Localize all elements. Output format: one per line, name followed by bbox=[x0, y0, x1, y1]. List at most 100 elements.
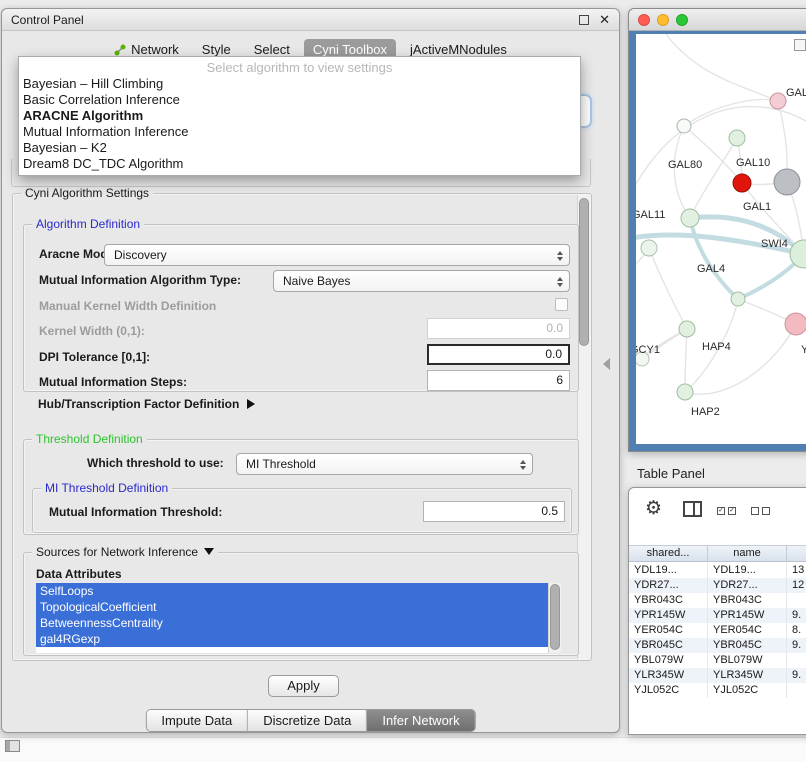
network-edge[interactable] bbox=[674, 126, 690, 218]
attribute-item-selected[interactable]: gal4RGexp bbox=[36, 631, 548, 647]
mi-type-label: Mutual Information Algorithm Type: bbox=[39, 273, 241, 287]
mi-threshold-field[interactable]: 0.5 bbox=[423, 501, 565, 522]
combo-arrows-icon bbox=[555, 248, 564, 264]
dropdown-item[interactable]: Dream8 DC_TDC Algorithm bbox=[19, 156, 580, 172]
network-node[interactable] bbox=[677, 384, 693, 400]
dropdown-item[interactable]: Mutual Information Inference bbox=[19, 124, 580, 140]
attributes-scrollbar-thumb[interactable] bbox=[550, 584, 560, 650]
dropdown-item[interactable]: Bayesian – K2 bbox=[19, 140, 580, 156]
aracne-mode-combobox[interactable]: Discovery bbox=[104, 244, 570, 266]
attribute-item-selected[interactable]: TopologicalCoefficient bbox=[36, 599, 548, 615]
cell: 12 bbox=[787, 578, 806, 593]
column-header[interactable]: name bbox=[708, 546, 787, 561]
tab-infer-network[interactable]: Infer Network bbox=[366, 710, 474, 731]
cell: YBL079W bbox=[629, 653, 708, 668]
table-row[interactable]: YER054C YER054C 8. bbox=[629, 623, 806, 638]
manual-kernel-checkbox[interactable] bbox=[555, 298, 568, 311]
network-node[interactable] bbox=[770, 93, 786, 109]
network-node[interactable] bbox=[681, 209, 699, 227]
network-edge[interactable] bbox=[684, 100, 778, 126]
attribute-item-selected[interactable]: SelfLoops bbox=[36, 583, 548, 599]
table-row[interactable]: YBR045C YBR045C 9. bbox=[629, 638, 806, 653]
network-edge[interactable] bbox=[685, 324, 796, 394]
tab-impute-data[interactable]: Impute Data bbox=[146, 710, 247, 731]
settings-scrollbar-thumb[interactable] bbox=[579, 198, 589, 346]
dropdown-item-selected[interactable]: ARACNE Algorithm bbox=[19, 108, 580, 124]
cell: 9. bbox=[787, 608, 806, 623]
network-node-label: GAL4 bbox=[697, 263, 725, 275]
float-panel-icon[interactable] bbox=[579, 15, 589, 25]
mi-type-combobox[interactable]: Naive Bayes bbox=[273, 270, 570, 292]
network-edge[interactable] bbox=[690, 138, 737, 218]
aracne-mode-value: Discovery bbox=[114, 248, 167, 262]
combo-arrows-icon bbox=[518, 457, 527, 473]
gear-icon[interactable]: ⚙ bbox=[645, 496, 662, 522]
kernel-width-field[interactable]: 0.0 bbox=[427, 318, 570, 339]
column-header[interactable] bbox=[787, 546, 806, 561]
table-row[interactable]: YJL052C YJL052C bbox=[629, 683, 806, 698]
control-panel-titlebar[interactable]: Control Panel ✕ bbox=[2, 9, 619, 31]
hub-section-label: Hub/Transcription Factor Definition bbox=[38, 397, 239, 411]
attributes-scrollbar[interactable] bbox=[548, 583, 561, 653]
network-node[interactable] bbox=[729, 130, 745, 146]
zoom-button[interactable] bbox=[676, 14, 688, 26]
show-selected-rows-icon[interactable]: ✓✓ bbox=[717, 507, 736, 515]
dropdown-item[interactable]: Basic Correlation Inference bbox=[19, 92, 580, 108]
close-icon[interactable]: ✕ bbox=[599, 14, 610, 26]
table-columns-icon[interactable] bbox=[683, 501, 702, 517]
cell bbox=[787, 593, 806, 608]
network-edge[interactable] bbox=[649, 248, 687, 329]
table-row[interactable]: YDL19... YDL19... 13 bbox=[629, 563, 806, 578]
column-header[interactable]: shared... bbox=[629, 546, 708, 561]
cell: YBR043C bbox=[629, 593, 708, 608]
cell: YBR045C bbox=[629, 638, 708, 653]
network-edge[interactable] bbox=[685, 329, 687, 392]
table-row[interactable]: YDR27... YDR27... 12 bbox=[629, 578, 806, 593]
table-row[interactable]: YLR345W YLR345W 9. bbox=[629, 668, 806, 683]
cell: YLR345W bbox=[708, 668, 787, 683]
birdseye-button[interactable] bbox=[794, 39, 806, 51]
table-row[interactable]: YBR043C YBR043C bbox=[629, 593, 806, 608]
apply-button[interactable]: Apply bbox=[268, 675, 339, 697]
cell: YER054C bbox=[629, 623, 708, 638]
settings-group-title: Cyni Algorithm Settings bbox=[21, 186, 153, 200]
algorithm-definition-group: Algorithm Definition Aracne Mode: Discov… bbox=[23, 224, 579, 392]
network-node[interactable] bbox=[731, 292, 745, 306]
dropdown-item[interactable]: Bayesian – Hill Climbing bbox=[19, 76, 580, 92]
network-node-label: Y bbox=[801, 344, 806, 356]
minimize-button[interactable] bbox=[657, 14, 669, 26]
network-node[interactable] bbox=[641, 240, 657, 256]
mi-steps-field[interactable]: 6 bbox=[427, 370, 570, 391]
table-body: YDL19... YDL19... 13 YDR27... YDR27... 1… bbox=[629, 563, 806, 698]
cell: 13 bbox=[787, 563, 806, 578]
network-edge[interactable] bbox=[690, 218, 738, 299]
network-node[interactable] bbox=[679, 321, 695, 337]
cell: YBL079W bbox=[708, 653, 787, 668]
network-edge[interactable] bbox=[666, 34, 778, 101]
panel-collapse-arrow[interactable] bbox=[603, 358, 610, 370]
network-canvas[interactable]: GAL8 GAL80 GAL10 GAL11 GAL1 SWI4 GAL4 GC… bbox=[636, 34, 806, 444]
hub-section-toggle[interactable]: Hub/Transcription Factor Definition bbox=[38, 397, 255, 411]
table-row[interactable]: YBL079W YBL079W bbox=[629, 653, 806, 668]
network-node[interactable] bbox=[785, 313, 806, 335]
show-all-rows-icon[interactable] bbox=[751, 507, 770, 515]
network-window-titlebar[interactable] bbox=[629, 9, 806, 31]
which-threshold-combobox[interactable]: MI Threshold bbox=[236, 453, 533, 475]
network-node-gray[interactable] bbox=[774, 169, 800, 195]
tab-discretize-data[interactable]: Discretize Data bbox=[247, 710, 366, 731]
network-node-label: HAP4 bbox=[702, 341, 731, 353]
network-node-red[interactable] bbox=[733, 174, 751, 192]
threshold-definition-group: Threshold Definition Which threshold to … bbox=[23, 439, 579, 535]
dpi-tolerance-label: DPI Tolerance [0,1]: bbox=[39, 350, 150, 364]
cell: YLR345W bbox=[629, 668, 708, 683]
network-node[interactable] bbox=[677, 119, 691, 133]
attribute-item-selected[interactable]: BetweennessCentrality bbox=[36, 615, 548, 631]
dpi-tolerance-field[interactable]: 0.0 bbox=[427, 344, 570, 365]
tab-cyni-toolbox-label: Cyni Toolbox bbox=[313, 42, 387, 57]
close-button[interactable] bbox=[638, 14, 650, 26]
network-graph: GAL8 GAL80 GAL10 GAL11 GAL1 SWI4 GAL4 GC… bbox=[636, 34, 806, 444]
table-row[interactable]: YPR145W YPR145W 9. bbox=[629, 608, 806, 623]
minimized-panel-icon[interactable] bbox=[5, 740, 20, 752]
network-view-window: GAL8 GAL80 GAL10 GAL11 GAL1 SWI4 GAL4 GC… bbox=[628, 8, 806, 452]
sources-group-toggle[interactable]: Sources for Network Inference bbox=[32, 545, 218, 559]
